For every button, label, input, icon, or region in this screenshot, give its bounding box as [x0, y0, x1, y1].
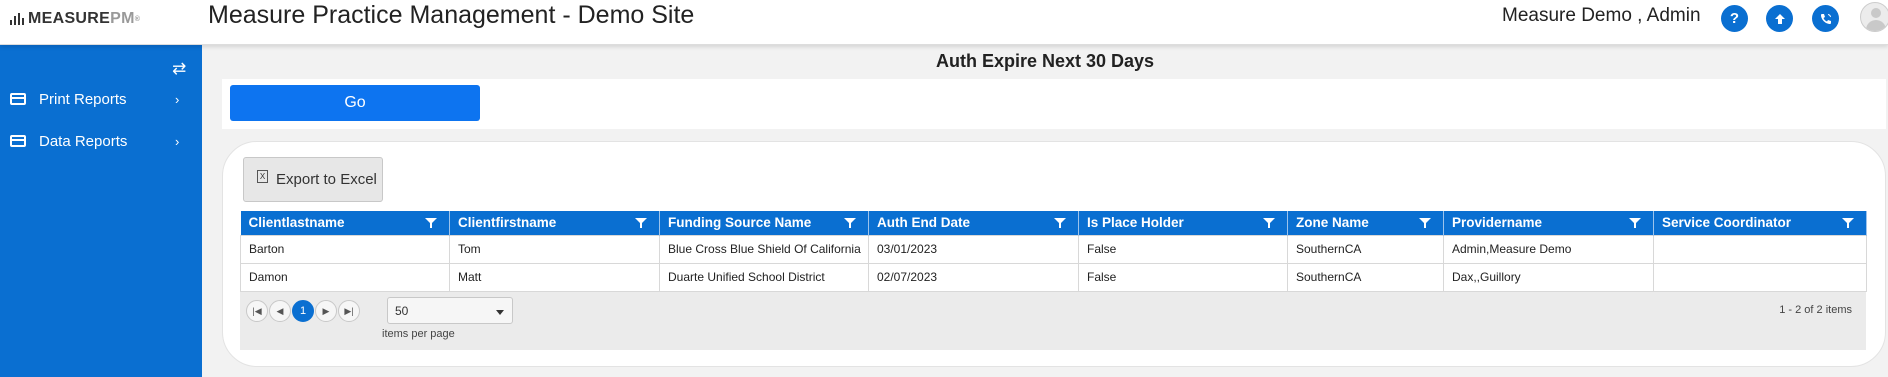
- chevron-right-icon: ›: [175, 91, 180, 107]
- phone-icon[interactable]: [1812, 5, 1839, 32]
- cell-clientfirstname: Tom: [449, 234, 660, 264]
- page-number-button[interactable]: 1: [292, 300, 314, 322]
- chevron-down-icon: [496, 310, 504, 315]
- sidebar-item-label: Print Reports: [39, 90, 127, 108]
- grid-pager: |◀ ◀ 1 ▶ ▶| 50 items per page 1 - 2 of 2…: [240, 292, 1866, 350]
- logo-suffix: PM: [110, 10, 135, 27]
- cell-is-place-holder: False: [1078, 234, 1288, 264]
- column-header-zone-name[interactable]: Zone Name: [1287, 211, 1444, 235]
- export-to-excel-button[interactable]: X Export to Excel: [243, 157, 383, 202]
- excel-icon: X: [257, 170, 268, 183]
- cell-funding-source-name: Blue Cross Blue Shield Of California: [659, 234, 869, 264]
- page-size-label: items per page: [382, 328, 455, 340]
- first-page-icon[interactable]: |◀: [246, 300, 268, 322]
- logo-text: MEASURE: [28, 10, 111, 27]
- cell-zone-name: SouthernCA: [1287, 262, 1444, 292]
- app-logo[interactable]: MEASURE PM ®: [10, 10, 140, 28]
- sidebar-item-label: Data Reports: [39, 132, 128, 150]
- filter-icon[interactable]: [635, 218, 647, 228]
- sidebar-toggle-icon[interactable]: ⇄: [172, 59, 186, 79]
- table-row[interactable]: Damon Matt Duarte Unified School Distric…: [240, 262, 1867, 292]
- cell-clientlastname: Damon: [240, 262, 450, 292]
- cell-clientlastname: Barton: [240, 234, 450, 264]
- card-icon: [10, 135, 26, 147]
- filter-icon[interactable]: [1842, 218, 1854, 228]
- card-icon: [10, 93, 26, 105]
- cell-providername: Admin,Measure Demo: [1443, 234, 1654, 264]
- next-page-icon[interactable]: ▶: [315, 300, 337, 322]
- top-header: MEASURE PM ® Measure Practice Management -…: [0, 0, 1888, 45]
- previous-page-icon[interactable]: ◀: [269, 300, 291, 322]
- app-title: Measure Practice Management - Demo Site: [208, 1, 695, 29]
- cell-funding-source-name: Duarte Unified School District: [659, 262, 869, 292]
- upload-icon[interactable]: [1766, 5, 1793, 32]
- sidebar: ⇄ Print Reports › Data Reports ›: [0, 45, 202, 377]
- help-icon[interactable]: ?: [1721, 5, 1748, 32]
- cell-auth-end-date: 03/01/2023: [868, 234, 1079, 264]
- page-title: Auth Expire Next 30 Days: [935, 51, 1155, 71]
- filter-icon[interactable]: [844, 218, 856, 228]
- filter-icon[interactable]: [1054, 218, 1066, 228]
- column-header-providername[interactable]: Providername: [1443, 211, 1654, 235]
- logo-tm: ®: [134, 15, 141, 23]
- column-header-clientfirstname[interactable]: Clientfirstname: [449, 211, 660, 235]
- user-name: Measure Demo , Admin: [1502, 5, 1701, 26]
- logo-bars-icon: [10, 13, 24, 25]
- last-page-icon[interactable]: ▶|: [338, 300, 360, 322]
- user-avatar-icon[interactable]: [1860, 2, 1888, 32]
- cell-is-place-holder: False: [1078, 262, 1288, 292]
- page-size-value: 50: [395, 304, 409, 318]
- filter-icon[interactable]: [1419, 218, 1431, 228]
- filter-icon[interactable]: [1263, 218, 1275, 228]
- grid-header-row: Clientlastname Clientfirstname Funding S…: [240, 211, 1867, 235]
- cell-clientfirstname: Matt: [449, 262, 660, 292]
- pager-info: 1 - 2 of 2 items: [1779, 304, 1852, 316]
- filter-icon[interactable]: [425, 218, 437, 228]
- column-header-funding-source-name[interactable]: Funding Source Name: [659, 211, 869, 235]
- cell-auth-end-date: 02/07/2023: [868, 262, 1079, 292]
- go-button[interactable]: Go: [230, 85, 480, 121]
- filter-panel: Go: [222, 79, 1886, 129]
- column-header-auth-end-date[interactable]: Auth End Date: [868, 211, 1079, 235]
- report-grid: Clientlastname Clientfirstname Funding S…: [240, 211, 1867, 292]
- sidebar-item-data-reports[interactable]: Data Reports ›: [0, 126, 202, 156]
- filter-icon[interactable]: [1629, 218, 1641, 228]
- cell-service-coordinator: [1653, 234, 1867, 264]
- column-header-service-coordinator[interactable]: Service Coordinator: [1653, 211, 1867, 235]
- cell-service-coordinator: [1653, 262, 1867, 292]
- cell-providername: Dax,,Guillory: [1443, 262, 1654, 292]
- chevron-right-icon: ›: [175, 133, 180, 149]
- export-label: Export to Excel: [276, 171, 377, 188]
- column-header-is-place-holder[interactable]: Is Place Holder: [1078, 211, 1288, 235]
- page-size-select[interactable]: 50: [387, 297, 513, 324]
- cell-zone-name: SouthernCA: [1287, 234, 1444, 264]
- column-header-clientlastname[interactable]: Clientlastname: [240, 211, 450, 235]
- sidebar-item-print-reports[interactable]: Print Reports ›: [0, 84, 202, 114]
- table-row[interactable]: Barton Tom Blue Cross Blue Shield Of Cal…: [240, 234, 1867, 264]
